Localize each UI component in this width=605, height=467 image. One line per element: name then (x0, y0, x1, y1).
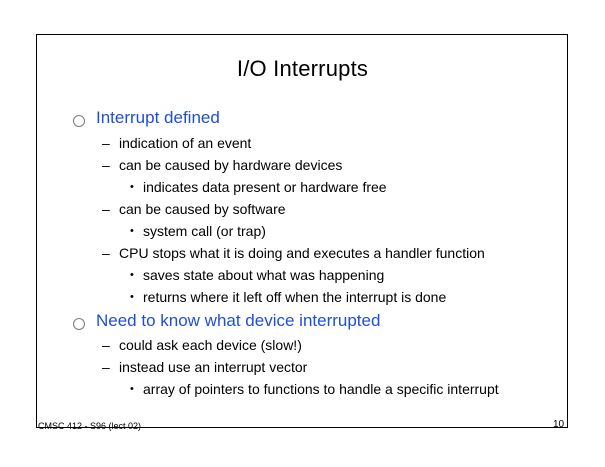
page-number: 10 (553, 419, 565, 430)
list-item: CPU stops what it is doing and executes … (119, 245, 485, 261)
section-bullet-icon (73, 318, 85, 330)
sub-list-item: indicates data present or hardware free (143, 179, 387, 195)
slide-title: I/O Interrupts (236, 56, 369, 81)
dot-bullet-icon: • (130, 225, 134, 237)
list-item: instead use an interrupt vector (119, 359, 308, 375)
sub-list-item: returns where it left off when the inter… (143, 289, 447, 305)
sub-list-item: saves state about what was happening (143, 267, 385, 283)
slide-footer: CMSC 412 - S96 (lect 02) (38, 421, 142, 431)
sub-list-item: system call (or trap) (143, 223, 266, 239)
dot-bullet-icon: • (130, 383, 134, 395)
dash-bullet-icon: – (102, 337, 110, 353)
dash-bullet-icon: – (102, 201, 110, 217)
sub-list-item: array of pointers to functions to handle… (143, 381, 499, 397)
list-item: can be caused by software (119, 201, 286, 217)
section-heading: Interrupt defined (96, 108, 220, 127)
list-item: could ask each device (slow!) (119, 337, 302, 353)
list-item: can be caused by hardware devices (119, 157, 343, 173)
dot-bullet-icon: • (130, 291, 134, 303)
section-bullet-icon (73, 115, 85, 127)
dot-bullet-icon: • (130, 181, 134, 193)
dash-bullet-icon: – (102, 157, 110, 173)
dot-bullet-icon: • (130, 269, 134, 281)
section-heading: Need to know what device interrupted (96, 311, 381, 330)
dash-bullet-icon: – (102, 359, 110, 375)
dash-bullet-icon: – (102, 135, 110, 151)
dash-bullet-icon: – (102, 245, 110, 261)
list-item: indication of an event (119, 135, 252, 151)
